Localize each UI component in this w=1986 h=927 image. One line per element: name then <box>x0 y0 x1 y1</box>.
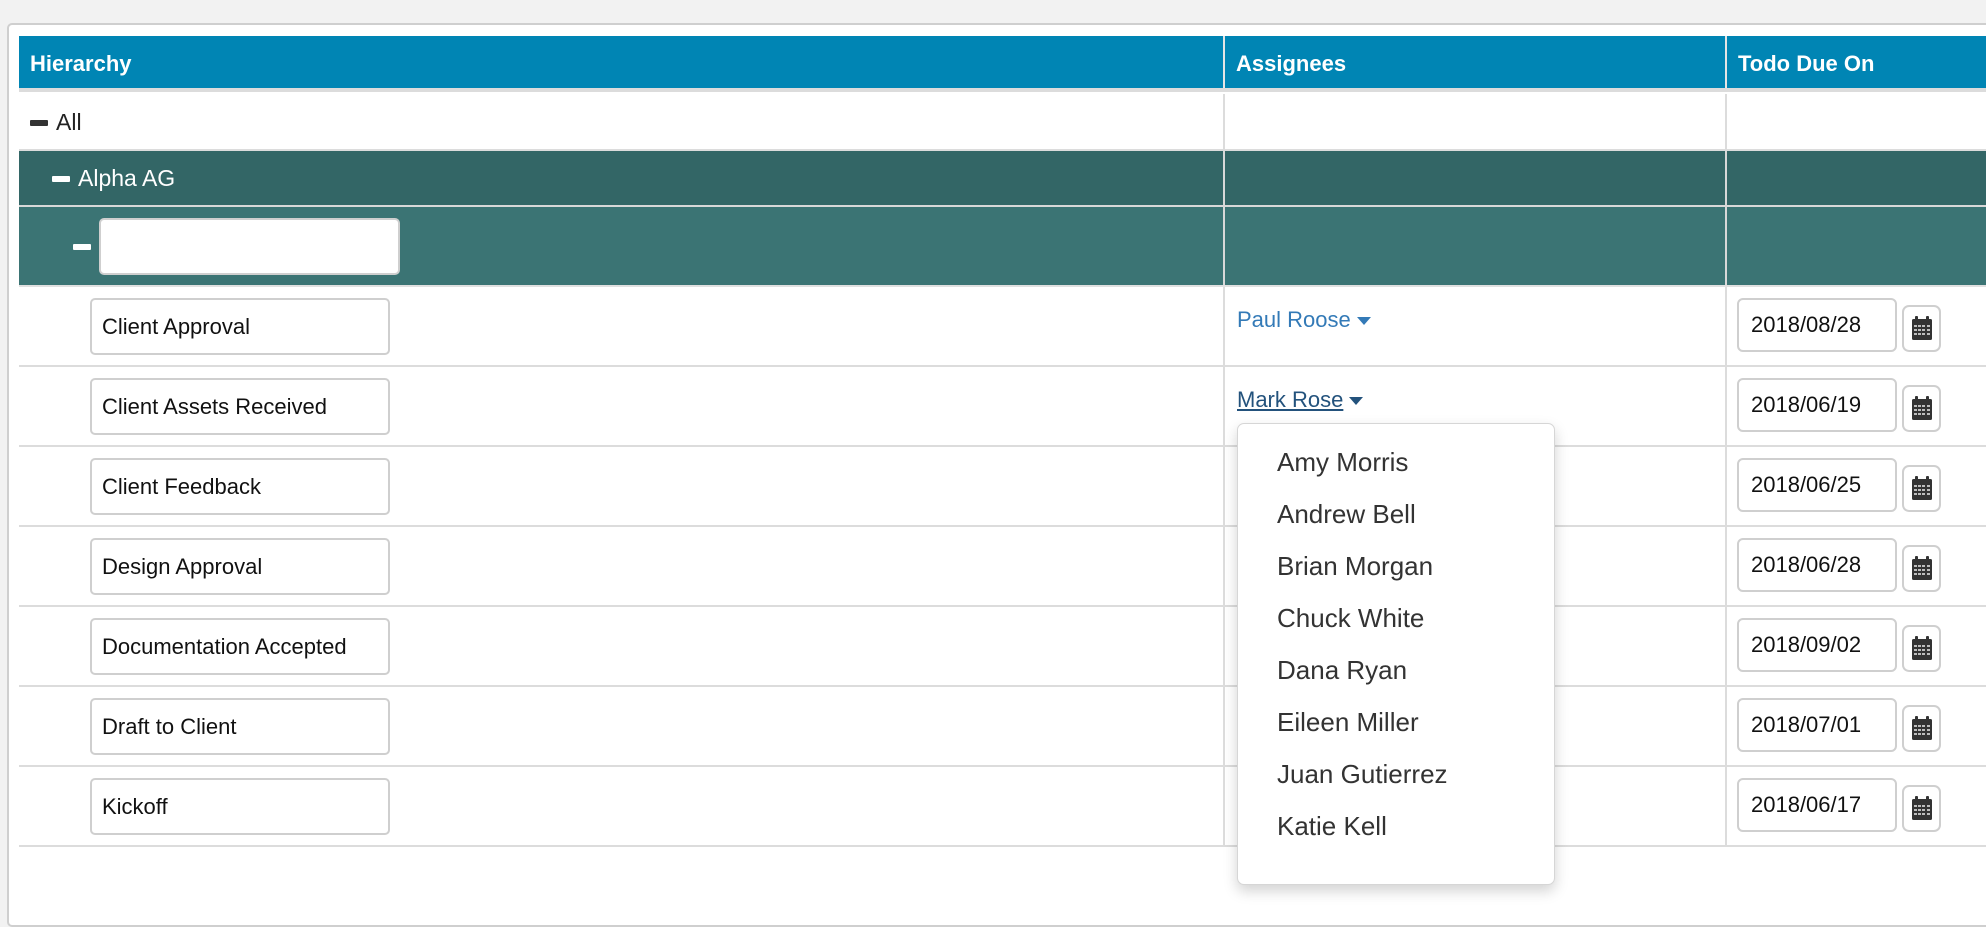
assignee-dropdown-toggle[interactable]: Mark Rose <box>1237 387 1364 413</box>
collapse-minus-icon[interactable] <box>30 120 48 126</box>
due-date-input[interactable]: 2018/06/25 <box>1737 458 1897 512</box>
tree-row-new-item <box>19 207 1986 287</box>
date-picker-button[interactable] <box>1902 625 1941 672</box>
assignee-dropdown-toggle[interactable]: Paul Roose <box>1237 307 1371 333</box>
date-picker-button[interactable] <box>1902 385 1941 432</box>
assignee-option[interactable]: Andrew Bell <box>1238 488 1554 540</box>
calendar-icon <box>1912 316 1932 340</box>
task-name-input[interactable] <box>90 618 390 675</box>
assignee-option[interactable]: Amy Morris <box>1238 436 1554 488</box>
assignee-option[interactable]: Chuck White <box>1238 592 1554 644</box>
column-header-todo-due-on[interactable]: Todo Due On <box>1725 36 1986 88</box>
column-header-hierarchy[interactable]: Hierarchy <box>19 36 1223 88</box>
task-row: Paul Roose 2018/08/28 <box>19 287 1986 367</box>
task-row: 2018/06/17 <box>19 767 1986 847</box>
due-date-input[interactable]: 2018/06/17 <box>1737 778 1897 832</box>
tree-label-all: All <box>56 109 82 135</box>
calendar-icon <box>1912 556 1932 580</box>
task-name-input[interactable] <box>90 298 390 355</box>
calendar-icon <box>1912 796 1932 820</box>
column-header-assignees[interactable]: Assignees <box>1223 36 1725 88</box>
date-picker-button[interactable] <box>1902 465 1941 512</box>
tree-row-group: Alpha AG <box>19 151 1986 207</box>
assignee-option[interactable]: Brian Morgan <box>1238 540 1554 592</box>
task-row: 2018/09/02 <box>19 607 1986 687</box>
collapse-minus-icon[interactable] <box>52 176 70 182</box>
assignee-option[interactable]: Eileen Miller <box>1238 696 1554 748</box>
task-name-input[interactable] <box>90 698 390 755</box>
new-item-name-input[interactable] <box>99 218 400 275</box>
due-date-input[interactable]: 2018/08/28 <box>1737 298 1897 352</box>
calendar-icon <box>1912 476 1932 500</box>
tree-label-group: Alpha AG <box>78 165 176 191</box>
caret-down-icon <box>1356 317 1371 326</box>
calendar-icon <box>1912 716 1932 740</box>
assignee-option[interactable]: Katie Kell <box>1238 800 1554 852</box>
calendar-icon <box>1912 636 1932 660</box>
due-date-input[interactable]: 2018/09/02 <box>1737 618 1897 672</box>
date-picker-button[interactable] <box>1902 785 1941 832</box>
task-row: Mark Rose 2018/06/19 <box>19 367 1986 447</box>
collapse-minus-icon[interactable] <box>73 244 91 250</box>
task-row: 2018/06/28 <box>19 527 1986 607</box>
due-date-input[interactable]: 2018/06/28 <box>1737 538 1897 592</box>
task-row: 2018/07/01 <box>19 687 1986 767</box>
tree-row-all: All <box>19 94 1986 151</box>
task-name-input[interactable] <box>90 378 390 435</box>
assignee-option[interactable]: Dana Ryan <box>1238 644 1554 696</box>
assignee-dropdown-menu: Amy Morris Andrew Bell Brian Morgan Chuck W… <box>1237 423 1555 885</box>
assignee-option[interactable]: Juan Gutierrez <box>1238 748 1554 800</box>
due-date-input[interactable]: 2018/07/01 <box>1737 698 1897 752</box>
calendar-icon <box>1912 396 1932 420</box>
assignee-name: Paul Roose <box>1237 307 1351 332</box>
assignee-name: Mark Rose <box>1237 387 1344 412</box>
task-row: 2018/06/25 <box>19 447 1986 527</box>
caret-down-icon <box>1349 397 1364 406</box>
task-name-input[interactable] <box>90 538 390 595</box>
date-picker-button[interactable] <box>1902 705 1941 752</box>
task-name-input[interactable] <box>90 778 390 835</box>
table-header: Hierarchy Assignees Todo Due On <box>19 36 1986 92</box>
task-name-input[interactable] <box>90 458 390 515</box>
due-date-input[interactable]: 2018/06/19 <box>1737 378 1897 432</box>
date-picker-button[interactable] <box>1902 305 1941 352</box>
date-picker-button[interactable] <box>1902 545 1941 592</box>
